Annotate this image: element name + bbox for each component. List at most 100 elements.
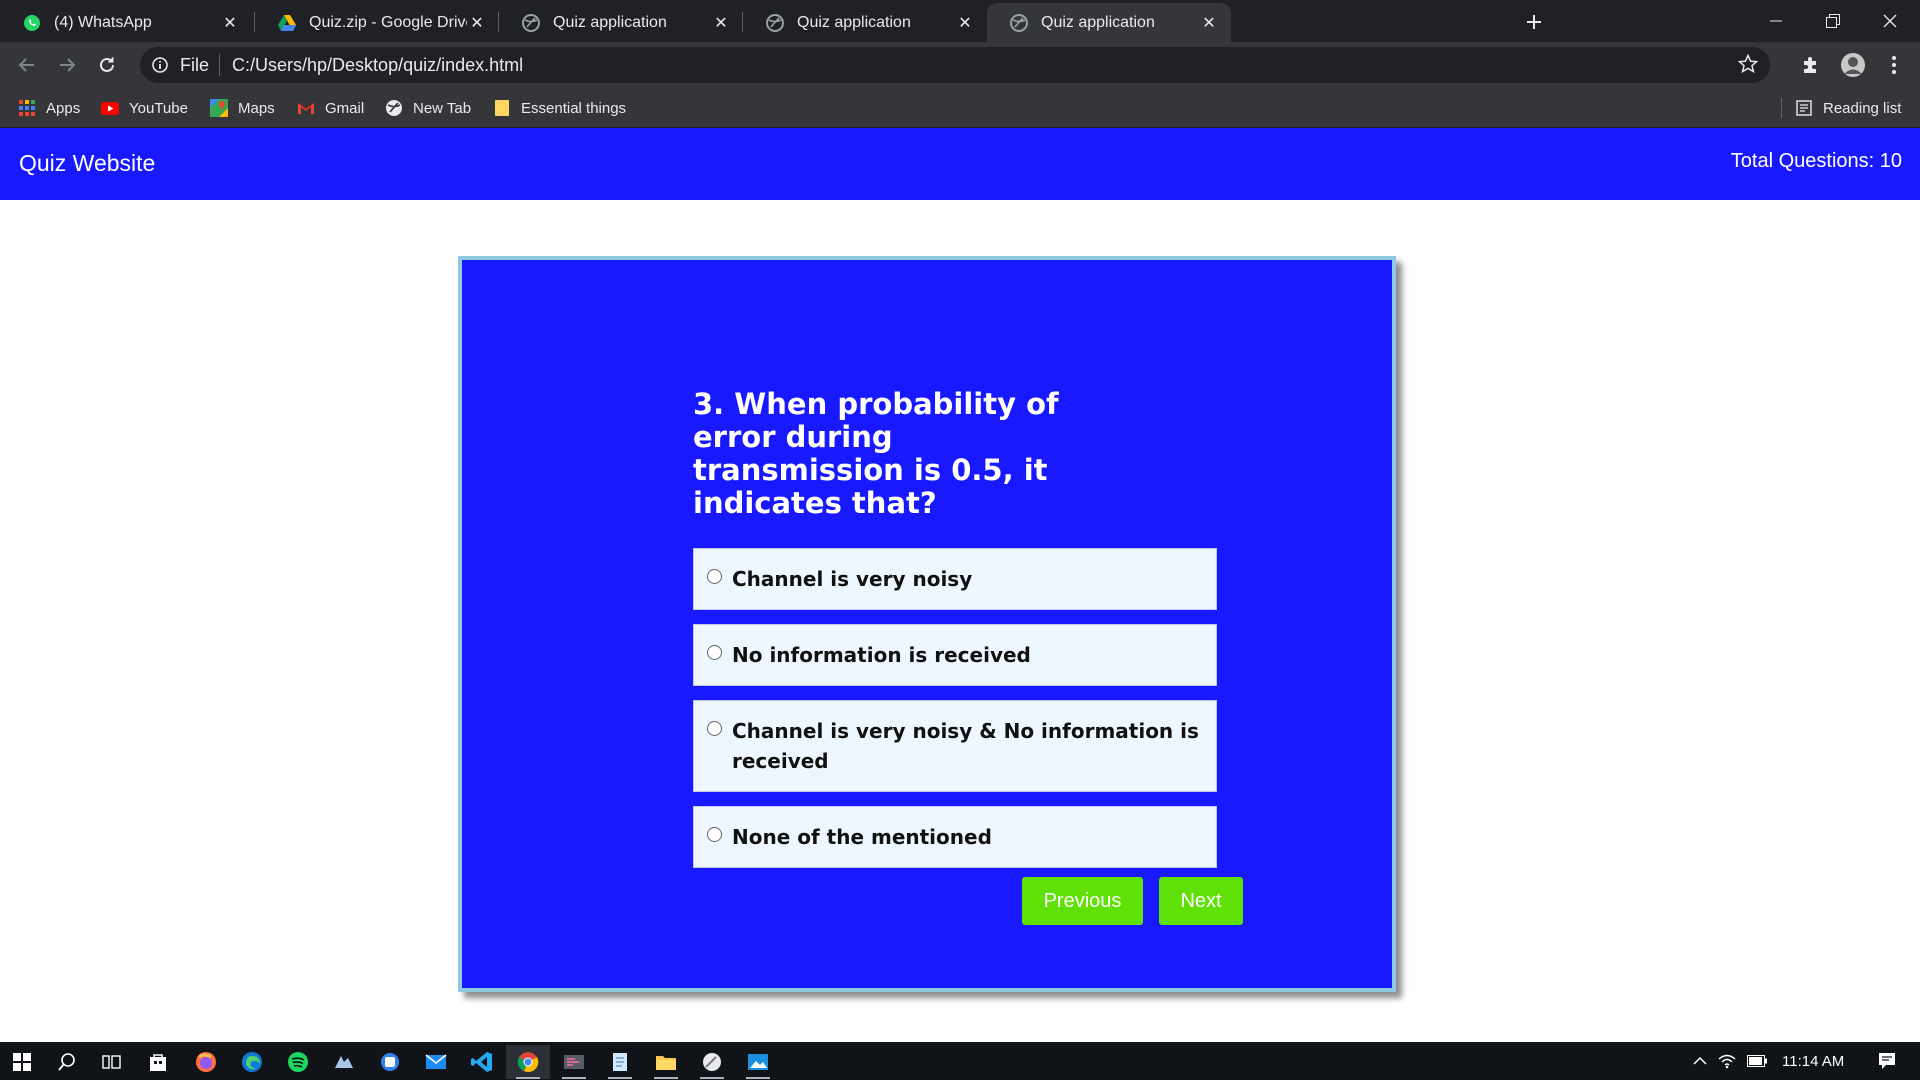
url-text[interactable]: C:/Users/hp/Desktop/quiz/index.html	[232, 55, 523, 76]
app-icon[interactable]	[368, 1045, 412, 1079]
option-label: No information is received	[732, 643, 1031, 667]
restore-button[interactable]	[1805, 0, 1861, 42]
close-icon[interactable]: ✕	[220, 13, 240, 33]
radio-button[interactable]	[707, 645, 722, 660]
notepad-icon[interactable]	[598, 1045, 642, 1079]
divider	[219, 54, 221, 76]
mail-icon[interactable]	[414, 1045, 458, 1079]
profile-avatar[interactable]	[1839, 51, 1867, 79]
task-view-icon[interactable]	[90, 1045, 134, 1079]
bookmark-label: Maps	[238, 99, 275, 117]
tab-google-drive[interactable]: Quiz.zip - Google Drive ✕	[255, 3, 499, 42]
app-icon[interactable]	[322, 1045, 366, 1079]
more-menu-icon[interactable]	[1880, 51, 1908, 79]
vscode-icon[interactable]	[460, 1045, 504, 1079]
bookmark-apps[interactable]: Apps	[18, 97, 80, 119]
previous-button[interactable]: Previous	[1022, 877, 1143, 925]
file-explorer-icon[interactable]	[644, 1045, 688, 1079]
bookmark-star-icon[interactable]	[1737, 53, 1760, 76]
answer-option-1[interactable]: Channel is very noisy	[693, 548, 1217, 610]
bookmark-new-tab[interactable]: New Tab	[385, 97, 471, 119]
youtube-icon	[101, 99, 119, 117]
answer-option-2[interactable]: No information is received	[693, 624, 1217, 686]
bookmark-gmail[interactable]: Gmail	[297, 97, 364, 119]
clock-time[interactable]: 11:14 AM	[1782, 1053, 1862, 1070]
reading-list-button[interactable]: Reading list	[1795, 97, 1901, 119]
tab-quiz-application-2[interactable]: Quiz application ✕	[743, 3, 987, 42]
total-questions: Total Questions: 10	[1730, 150, 1902, 172]
tab-title: Quiz application	[1041, 13, 1155, 31]
store-icon[interactable]	[136, 1045, 180, 1079]
spotify-icon[interactable]	[276, 1045, 320, 1079]
extensions-puzzle-icon[interactable]	[1797, 51, 1825, 79]
divider	[1781, 98, 1782, 118]
firefox-icon[interactable]	[184, 1045, 228, 1079]
arrow-left-icon	[18, 58, 34, 72]
browser-tab-strip: (4) WhatsApp ✕ Quiz.zip - Google Drive ✕…	[0, 0, 1920, 42]
bookmark-youtube[interactable]: YouTube	[101, 97, 188, 119]
bookmark-label: Gmail	[325, 99, 365, 117]
bookmark-label: Apps	[46, 99, 81, 117]
next-button[interactable]: Next	[1159, 877, 1243, 925]
site-header: Quiz Website Total Questions: 10	[0, 128, 1920, 200]
quiz-card: 3. When probability of error during tran…	[458, 256, 1396, 992]
radio-button[interactable]	[707, 827, 722, 842]
option-label: Channel is very noisy	[732, 567, 973, 591]
tab-title: (4) WhatsApp	[54, 13, 152, 31]
photos-icon[interactable]	[736, 1045, 780, 1079]
tab-quiz-application-active[interactable]: Quiz application ✕	[987, 3, 1231, 42]
option-label: None of the mentioned	[732, 825, 992, 849]
whatsapp-icon	[22, 13, 42, 33]
edge-icon[interactable]	[230, 1045, 274, 1079]
url-scheme: File	[180, 54, 210, 75]
app-icon[interactable]	[690, 1045, 734, 1079]
globe-icon	[385, 99, 403, 117]
search-icon[interactable]	[45, 1045, 89, 1079]
wifi-icon[interactable]	[1712, 1053, 1742, 1069]
app-icon[interactable]	[552, 1045, 596, 1079]
apps-grid-icon	[18, 99, 36, 117]
close-icon[interactable]: ✕	[955, 13, 975, 33]
back-button[interactable]	[11, 49, 43, 81]
tab-title: Quiz application	[797, 13, 911, 31]
bookmark-essential-things[interactable]: Essential things	[493, 97, 626, 119]
minimize-icon	[1770, 20, 1782, 22]
close-icon[interactable]: ✕	[467, 13, 487, 33]
bookmark-label: Essential things	[521, 99, 627, 117]
forward-button[interactable]	[51, 49, 83, 81]
question-text: 3. When probability of error during tran…	[693, 387, 1059, 520]
google-drive-icon	[277, 13, 297, 33]
answer-options: Channel is very noisy No information is …	[693, 548, 1217, 882]
reload-button[interactable]	[91, 49, 123, 81]
tab-title: Quiz application	[553, 13, 667, 31]
radio-button[interactable]	[707, 721, 722, 736]
notifications-icon[interactable]	[1862, 1052, 1912, 1070]
new-tab-button[interactable]	[1520, 8, 1548, 36]
close-icon[interactable]: ✕	[1199, 13, 1219, 33]
close-window-button[interactable]	[1862, 0, 1918, 42]
address-bar[interactable]: File C:/Users/hp/Desktop/quiz/index.html	[140, 47, 1770, 83]
minimize-button[interactable]	[1748, 0, 1804, 42]
option-label: Channel is very noisy & No information i…	[732, 719, 1199, 773]
bookmark-label: YouTube	[129, 99, 188, 117]
folder-icon	[493, 99, 511, 117]
tab-whatsapp[interactable]: (4) WhatsApp ✕	[0, 3, 252, 42]
globe-icon	[765, 13, 785, 33]
answer-option-3[interactable]: Channel is very noisy & No information i…	[693, 700, 1217, 792]
globe-icon	[1009, 13, 1029, 33]
browser-toolbar: File C:/Users/hp/Desktop/quiz/index.html	[0, 42, 1920, 88]
radio-button[interactable]	[707, 569, 722, 584]
gmail-icon	[297, 99, 315, 117]
answer-option-4[interactable]: None of the mentioned	[693, 806, 1217, 868]
tab-quiz-application-1[interactable]: Quiz application ✕	[499, 3, 743, 42]
battery-icon[interactable]	[1742, 1055, 1772, 1067]
bookmark-maps[interactable]: Maps	[210, 97, 275, 119]
plus-icon	[1527, 15, 1541, 29]
chrome-icon[interactable]	[506, 1045, 550, 1079]
info-icon[interactable]	[150, 55, 170, 75]
reading-list-icon	[1795, 99, 1813, 117]
maps-icon	[210, 99, 228, 117]
windows-start-icon[interactable]	[0, 1045, 44, 1079]
chevron-up-icon[interactable]	[1688, 1056, 1712, 1066]
close-icon[interactable]: ✕	[711, 13, 731, 33]
